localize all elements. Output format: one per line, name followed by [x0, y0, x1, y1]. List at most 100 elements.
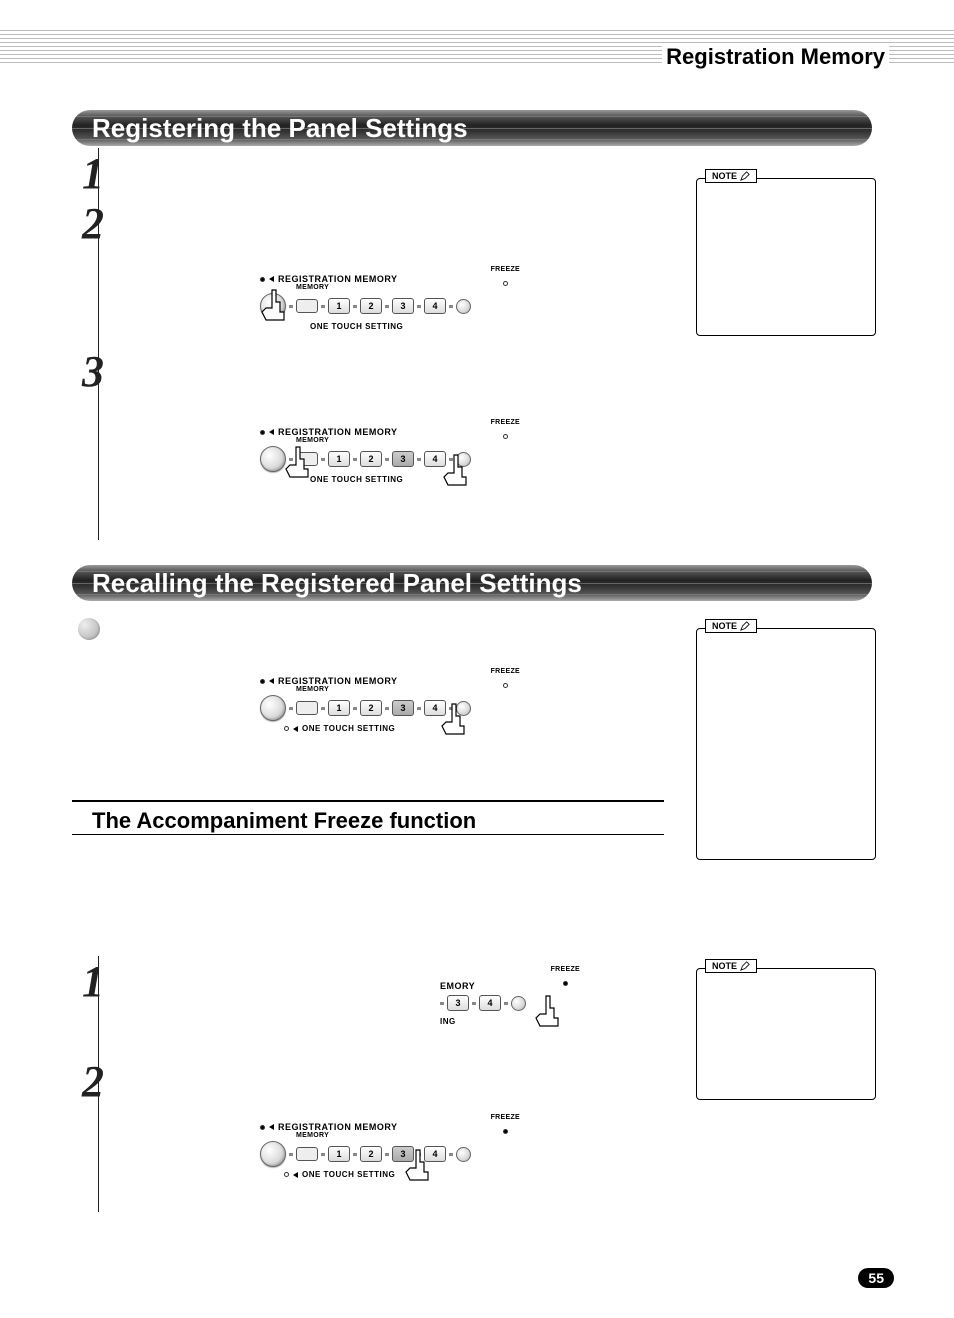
led-icon [284, 726, 289, 731]
panel-ots-partial: ING [440, 1017, 580, 1026]
subsection-title-freeze: The Accompaniment Freeze function [92, 808, 476, 834]
panel-ots-label: ONE TOUCH SETTING [302, 1170, 395, 1179]
panel-memory-label: MEMORY [296, 284, 398, 291]
step-connector-line-1 [98, 148, 99, 540]
note-label: NOTE [712, 961, 737, 971]
page-header-title: Registration Memory [662, 44, 889, 70]
note-box-1: NOTE [696, 178, 876, 336]
memory-button[interactable] [260, 695, 286, 721]
led-icon [260, 1125, 265, 1130]
freeze-button[interactable] [511, 996, 526, 1011]
reg-button-3[interactable]: 3 [392, 298, 414, 314]
reg-button-4[interactable]: 4 [424, 298, 446, 314]
triangle-icon [293, 1172, 298, 1178]
reg-button-2[interactable]: 2 [360, 298, 382, 314]
led-icon [503, 434, 508, 439]
reg-button-1[interactable]: 1 [328, 451, 350, 467]
reg-button-1[interactable]: 1 [328, 1146, 350, 1162]
page-number-badge: 55 [858, 1268, 894, 1288]
triangle-icon [269, 276, 274, 282]
freeze-step-2: 2 [82, 1056, 104, 1107]
reg-button-3[interactable]: 3 [447, 995, 469, 1011]
step-number-1: 1 [82, 148, 104, 199]
panel-freeze-label: FREEZE [551, 966, 580, 973]
freeze-button[interactable] [456, 452, 471, 467]
triangle-icon [269, 1124, 274, 1130]
panel-diagram-freeze-full: REGISTRATION MEMORY MEMORY FREEZE 1 2 3 … [260, 1114, 520, 1179]
led-icon [503, 683, 508, 688]
freeze-button[interactable] [456, 1147, 471, 1162]
led-icon [563, 981, 568, 986]
reg-button-2[interactable]: 2 [360, 1146, 382, 1162]
panel-freeze-label: FREEZE [491, 266, 520, 273]
section-title-registering: Registering the Panel Settings [92, 113, 468, 144]
memory-button[interactable] [260, 446, 286, 472]
panel-title-partial: EMORY [440, 981, 475, 991]
step-number-3: 3 [82, 346, 104, 397]
note-tab: NOTE [705, 959, 757, 973]
blank-button[interactable] [296, 299, 318, 313]
led-icon [503, 281, 508, 286]
reg-button-4[interactable]: 4 [424, 700, 446, 716]
step-number-2: 2 [82, 198, 104, 249]
reg-button-3[interactable]: 3 [392, 700, 414, 716]
blank-button[interactable] [296, 452, 318, 466]
panel-freeze-label: FREEZE [491, 668, 520, 675]
led-icon [503, 1129, 508, 1134]
led-icon [260, 679, 265, 684]
panel-ots-label: ONE TOUCH SETTING [310, 322, 520, 331]
reg-button-4[interactable]: 4 [424, 451, 446, 467]
reg-button-3[interactable]: 3 [392, 1146, 414, 1162]
panel-diagram-recalling: REGISTRATION MEMORY MEMORY FREEZE 1 2 3 … [260, 668, 520, 733]
note-box-2: NOTE [696, 628, 876, 860]
reg-button-2[interactable]: 2 [360, 451, 382, 467]
reg-button-4[interactable]: 4 [479, 995, 501, 1011]
panel-ots-label: ONE TOUCH SETTING [302, 724, 395, 733]
panel-title-label: REGISTRATION MEMORY [278, 1122, 398, 1132]
triangle-icon [269, 678, 274, 684]
freeze-button[interactable] [456, 701, 471, 716]
panel-memory-label: MEMORY [296, 686, 398, 693]
pencil-icon [740, 621, 750, 631]
reg-button-1[interactable]: 1 [328, 298, 350, 314]
freeze-step-1: 1 [82, 956, 104, 1007]
step-connector-line-2 [98, 956, 99, 1212]
note-box-3: NOTE [696, 968, 876, 1100]
panel-memory-label: MEMORY [296, 1132, 398, 1139]
led-icon [284, 1172, 289, 1177]
freeze-button[interactable] [456, 299, 471, 314]
reg-button-3[interactable]: 3 [392, 451, 414, 467]
memory-button[interactable] [260, 293, 286, 319]
panel-diagram-step2: REGISTRATION MEMORY MEMORY FREEZE 1 2 3 … [260, 266, 520, 331]
panel-memory-label: MEMORY [296, 437, 398, 444]
divider-bottom [72, 834, 664, 835]
blank-button[interactable] [296, 701, 318, 715]
note-tab: NOTE [705, 169, 757, 183]
panel-diagram-freeze-partial: EMORY FREEZE 3 4 ING [440, 966, 580, 1026]
section-title-recalling: Recalling the Registered Panel Settings [92, 568, 582, 599]
panel-title-label: REGISTRATION MEMORY [278, 676, 398, 686]
memory-button[interactable] [260, 1141, 286, 1167]
pencil-icon [740, 961, 750, 971]
panel-freeze-label: FREEZE [491, 419, 520, 426]
panel-diagram-step3: REGISTRATION MEMORY MEMORY FREEZE 1 2 3 … [260, 419, 520, 484]
led-icon [260, 277, 265, 282]
triangle-icon [293, 726, 298, 732]
note-tab: NOTE [705, 619, 757, 633]
reg-button-4[interactable]: 4 [424, 1146, 446, 1162]
blank-button[interactable] [296, 1147, 318, 1161]
led-icon [260, 430, 265, 435]
panel-ots-label: ONE TOUCH SETTING [310, 475, 520, 484]
bullet-icon [78, 618, 100, 640]
triangle-icon [269, 429, 274, 435]
note-label: NOTE [712, 621, 737, 631]
pencil-icon [740, 171, 750, 181]
note-label: NOTE [712, 171, 737, 181]
panel-freeze-label: FREEZE [491, 1114, 520, 1121]
section-bar-recalling: Recalling the Registered Panel Settings [72, 565, 872, 601]
panel-title-label: REGISTRATION MEMORY [278, 427, 398, 437]
section-bar-registering: Registering the Panel Settings [72, 110, 872, 146]
divider-top [72, 800, 664, 802]
reg-button-1[interactable]: 1 [328, 700, 350, 716]
reg-button-2[interactable]: 2 [360, 700, 382, 716]
